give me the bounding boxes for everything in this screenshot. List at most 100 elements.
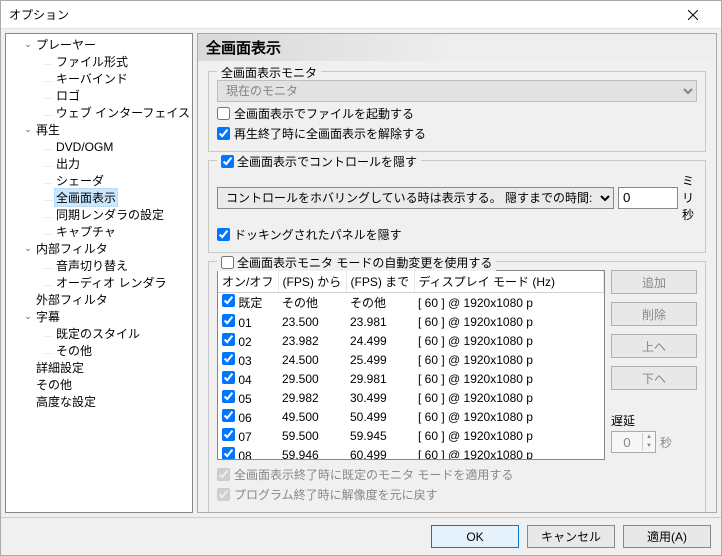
col-from[interactable]: (FPS) から [278, 271, 346, 293]
apply-button[interactable]: 適用(A) [623, 525, 711, 548]
delay-input[interactable] [612, 435, 642, 450]
table-row[interactable]: 0324.50025.499[ 60 ] @ 1920x1080 p [218, 350, 604, 369]
chk-restore-exit[interactable] [217, 468, 230, 481]
col-mode[interactable]: ディスプレイ モード (Hz) [414, 271, 604, 293]
hide-controls-mode-select[interactable]: コントロールをホバリングしている時は表示する。 隠すまでの時間: [217, 187, 614, 209]
tree-item-19[interactable]: 詳細設定 [6, 359, 192, 376]
chk-restore-prog-label: プログラム終了時に解像度を元に戻す [234, 486, 438, 503]
row-enable-checkbox[interactable] [222, 447, 235, 460]
close-button[interactable] [673, 1, 713, 29]
tree-item-21[interactable]: 高度な設定 [6, 393, 192, 410]
tree-item-5[interactable]: ⌄再生 [6, 121, 192, 138]
row-from: 23.982 [278, 331, 346, 350]
row-mode: [ 60 ] @ 1920x1080 p [414, 350, 604, 369]
row-from: 23.500 [278, 312, 346, 331]
mode-table[interactable]: オン/オフ (FPS) から (FPS) まで ディスプレイ モード (Hz) … [217, 270, 605, 460]
tree-item-8[interactable]: …シェーダ [6, 172, 192, 189]
tree-connector-icon: … [42, 142, 54, 152]
tree-item-11[interactable]: …キャプチャ [6, 223, 192, 240]
tree-item-4[interactable]: …ウェブ インターフェイス [6, 104, 192, 121]
hide-timeout-input[interactable] [618, 187, 678, 209]
row-enable-checkbox[interactable] [222, 333, 235, 346]
row-mode: [ 60 ] @ 1920x1080 p [414, 426, 604, 445]
tree-item-10[interactable]: …同期レンダラの設定 [6, 206, 192, 223]
tree-connector-icon: … [42, 329, 54, 339]
delay-down-icon[interactable]: ▼ [643, 442, 655, 451]
tree-item-3[interactable]: …ロゴ [6, 87, 192, 104]
chk-auto-change-mode[interactable] [221, 256, 234, 269]
collapse-icon[interactable]: ⌄ [22, 39, 34, 50]
col-onoff[interactable]: オン/オフ [218, 271, 278, 293]
tree-item-label: 音声切り替え [54, 257, 130, 274]
table-row[interactable]: 0223.98224.499[ 60 ] @ 1920x1080 p [218, 331, 604, 350]
category-tree[interactable]: ⌄プレーヤー…ファイル形式…キーバインド…ロゴ…ウェブ インターフェイス⌄再生…… [5, 33, 193, 513]
cancel-button[interactable]: キャンセル [527, 525, 615, 548]
tree-item-0[interactable]: ⌄プレーヤー [6, 36, 192, 53]
tree-item-1[interactable]: …ファイル形式 [6, 53, 192, 70]
monitor-select[interactable]: 現在のモニタ [217, 80, 697, 102]
add-button[interactable]: 追加 [611, 270, 697, 294]
tree-item-17[interactable]: …既定のスタイル [6, 325, 192, 342]
collapse-icon[interactable]: ⌄ [22, 124, 34, 135]
tree-connector-icon: … [42, 278, 54, 288]
row-mode: [ 60 ] @ 1920x1080 p [414, 388, 604, 407]
chk-hide-docked[interactable] [217, 228, 230, 241]
row-mode: [ 60 ] @ 1920x1080 p [414, 369, 604, 388]
tree-item-18[interactable]: …その他 [6, 342, 192, 359]
tree-item-12[interactable]: ⌄内部フィルタ [6, 240, 192, 257]
tree-item-2[interactable]: …キーバインド [6, 70, 192, 87]
col-to[interactable]: (FPS) まで [346, 271, 414, 293]
tree-item-label: 再生 [34, 121, 62, 138]
up-button[interactable]: 上へ [611, 334, 697, 358]
tree-item-16[interactable]: ⌄字幕 [6, 308, 192, 325]
delay-up-icon[interactable]: ▲ [643, 433, 655, 442]
row-enable-checkbox[interactable] [222, 390, 235, 403]
collapse-icon[interactable]: ⌄ [22, 311, 34, 322]
tree-item-7[interactable]: …出力 [6, 155, 192, 172]
chk-launch-fullscreen[interactable] [217, 107, 230, 120]
table-row[interactable]: 0649.50050.499[ 60 ] @ 1920x1080 p [218, 407, 604, 426]
row-enable-checkbox[interactable] [222, 371, 235, 384]
tree-item-label: ファイル形式 [54, 53, 130, 70]
row-enable-checkbox[interactable] [222, 409, 235, 422]
row-from: 59.500 [278, 426, 346, 445]
hide-timeout-unit: ミリ秒 [682, 172, 697, 223]
down-button[interactable]: 下へ [611, 366, 697, 390]
tree-item-label: 内部フィルタ [34, 240, 110, 257]
row-to: 23.981 [346, 312, 414, 331]
tree-item-label: 高度な設定 [34, 393, 98, 410]
tree-item-label: キーバインド [54, 70, 130, 87]
row-from: 29.982 [278, 388, 346, 407]
row-to: 60.499 [346, 445, 414, 460]
tree-item-label: 字幕 [34, 308, 62, 325]
table-row[interactable]: 0759.50059.945[ 60 ] @ 1920x1080 p [218, 426, 604, 445]
table-row[interactable]: 0429.50029.981[ 60 ] @ 1920x1080 p [218, 369, 604, 388]
tree-item-label: シェーダ [54, 172, 106, 189]
ok-button[interactable]: OK [431, 525, 519, 548]
tree-item-6[interactable]: …DVD/OGM [6, 138, 192, 155]
tree-connector-icon: … [42, 261, 54, 271]
row-mode: [ 60 ] @ 1920x1080 p [414, 293, 604, 313]
tree-item-20[interactable]: その他 [6, 376, 192, 393]
tree-item-14[interactable]: …オーディオ レンダラ [6, 274, 192, 291]
row-enable-checkbox[interactable] [222, 352, 235, 365]
chk-hide-docked-label: ドッキングされたパネルを隠す [234, 226, 402, 243]
chk-exit-fullscreen[interactable] [217, 127, 230, 140]
table-row[interactable]: 0859.94660.499[ 60 ] @ 1920x1080 p [218, 445, 604, 460]
table-row[interactable]: 0123.50023.981[ 60 ] @ 1920x1080 p [218, 312, 604, 331]
tree-item-13[interactable]: …音声切り替え [6, 257, 192, 274]
table-row[interactable]: 0529.98230.499[ 60 ] @ 1920x1080 p [218, 388, 604, 407]
row-enable-checkbox[interactable] [222, 428, 235, 441]
row-to: その他 [346, 293, 414, 313]
row-from: 29.500 [278, 369, 346, 388]
row-enable-checkbox[interactable] [222, 294, 235, 307]
delete-button[interactable]: 削除 [611, 302, 697, 326]
collapse-icon[interactable]: ⌄ [22, 243, 34, 254]
chk-hide-controls[interactable] [221, 155, 234, 168]
chk-restore-prog[interactable] [217, 488, 230, 501]
tree-item-15[interactable]: 外部フィルタ [6, 291, 192, 308]
row-to: 50.499 [346, 407, 414, 426]
table-row[interactable]: 既定その他その他[ 60 ] @ 1920x1080 p [218, 293, 604, 313]
tree-item-9[interactable]: …全画面表示 [6, 189, 192, 206]
row-enable-checkbox[interactable] [222, 314, 235, 327]
